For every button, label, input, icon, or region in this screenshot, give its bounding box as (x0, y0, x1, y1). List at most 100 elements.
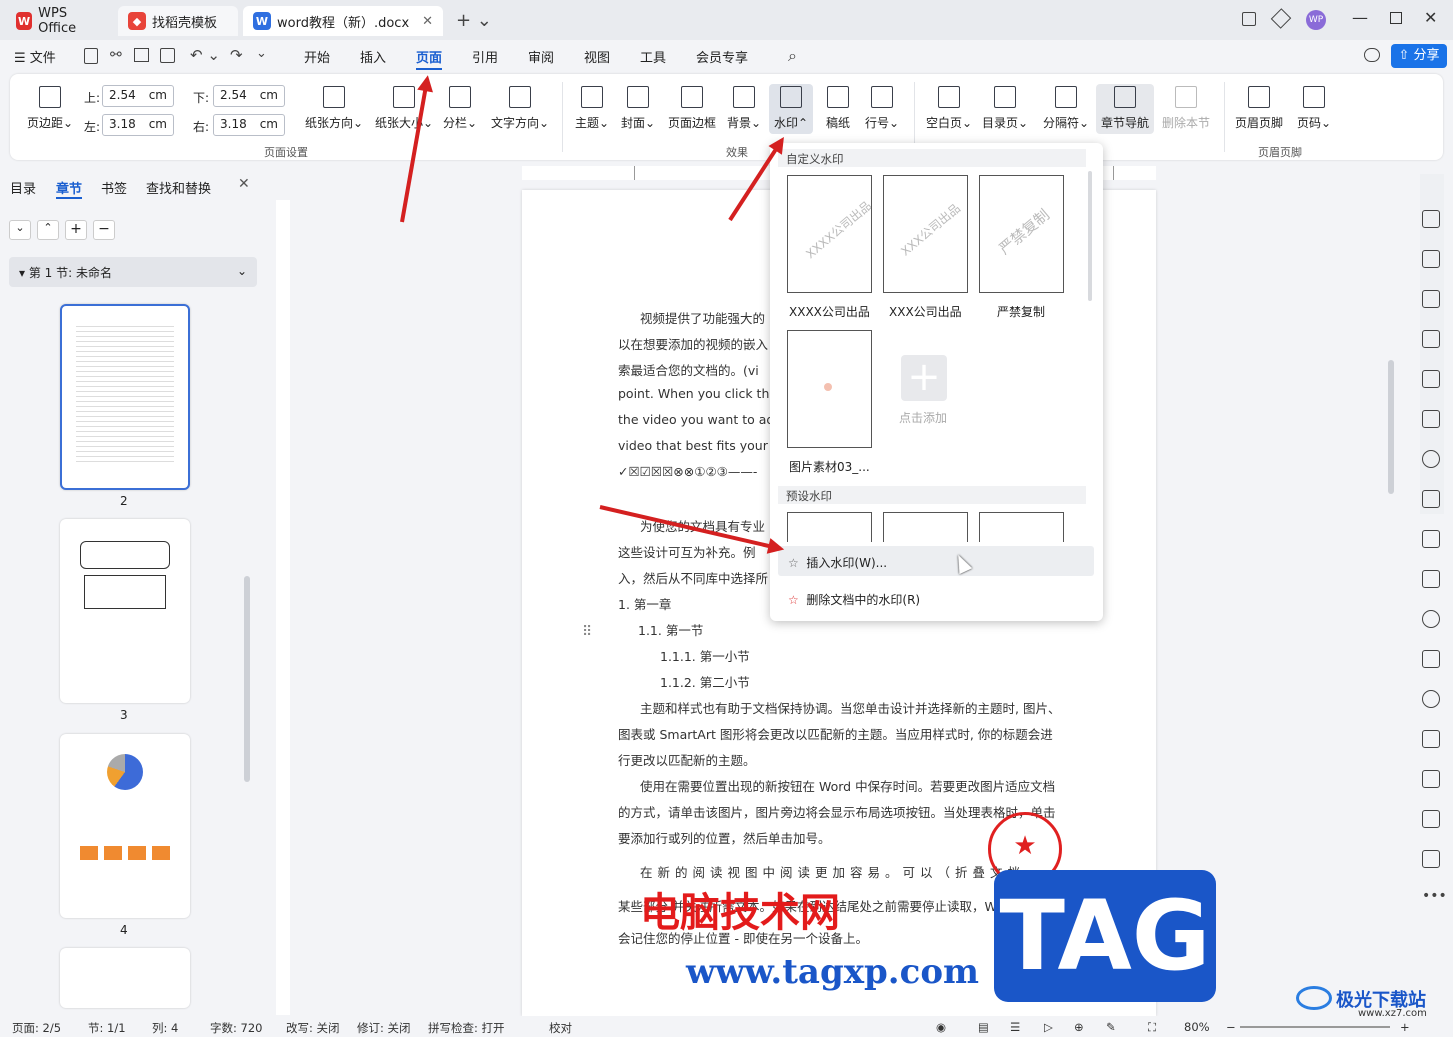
vertical-ruler[interactable] (276, 200, 290, 1015)
left-margin-input[interactable]: 3.18 cm (102, 114, 174, 136)
status-word-count[interactable]: 字数: 720 (210, 1020, 262, 1036)
nav-tab-toc[interactable]: 目录 (10, 178, 36, 197)
search-icon[interactable]: ⌕ (788, 46, 797, 66)
print-preview-icon[interactable] (160, 48, 175, 63)
play-icon[interactable]: ▷ (1044, 1020, 1053, 1034)
file-search-icon[interactable] (1422, 850, 1440, 868)
file-menu[interactable]: ☰ 文件 (14, 47, 56, 66)
page-border-button[interactable]: 页面边框 (666, 86, 718, 131)
watermark-button[interactable]: 水印⌃ (769, 84, 813, 134)
fit-icon[interactable]: ⛶ (1148, 1020, 1156, 1035)
background-button[interactable]: 背景⌄ (724, 86, 764, 131)
list-icon[interactable] (1422, 570, 1440, 588)
preset-watermark-item[interactable] (883, 512, 968, 542)
tab-document[interactable]: Wword教程（新）.docx ✕ (243, 6, 443, 36)
preset-watermark-item[interactable] (979, 512, 1064, 542)
menu-insert[interactable]: 插入 (360, 47, 386, 66)
document-scrollbar[interactable] (1388, 360, 1394, 494)
link-icon[interactable]: ⚯ (110, 47, 122, 63)
menu-page[interactable]: 页面 (416, 47, 443, 70)
zoom-in-icon[interactable]: + (1400, 1020, 1410, 1034)
delete-watermark-item[interactable]: ☆ 删除文档中的水印(R) (778, 583, 1094, 613)
page-thumbnail[interactable] (60, 519, 190, 703)
close-tab-icon[interactable]: ✕ (422, 14, 433, 29)
toc-page-button[interactable]: 目录页⌄ (980, 86, 1030, 131)
avatar[interactable]: WP (1306, 10, 1326, 30)
zoom-out-icon[interactable]: − (1226, 1020, 1236, 1034)
separator-button[interactable]: 分隔符⌄ (1038, 86, 1094, 131)
status-page[interactable]: 页面: 2/5 (12, 1020, 61, 1036)
preset-watermark-item[interactable] (787, 512, 872, 542)
watermark-item[interactable]: 严禁复制 (979, 175, 1064, 293)
theme-button[interactable]: 主题⌄ (572, 86, 612, 131)
move-up-icon[interactable]: ⌃ (37, 220, 59, 240)
remove-section-icon[interactable]: − (93, 220, 115, 240)
status-overwrite[interactable]: 改写: 关闭 (286, 1020, 340, 1036)
add-watermark-icon[interactable]: + (901, 355, 947, 401)
page-thumbnail[interactable] (60, 948, 190, 1008)
margins-button[interactable]: 页边距⌄ (26, 86, 74, 131)
cover-button[interactable]: 封面⌄ (618, 86, 658, 131)
zoom-level[interactable]: 80% (1184, 1020, 1210, 1034)
page-thumbnail[interactable] (60, 734, 190, 918)
web-view-icon[interactable]: ⊕ (1074, 1020, 1084, 1034)
image-icon[interactable] (1422, 770, 1440, 788)
section-nav-button[interactable]: 章节导航 (1096, 84, 1154, 134)
menu-home[interactable]: 开始 (304, 47, 330, 66)
close-panel-icon[interactable]: ✕ (238, 176, 250, 192)
text-direction-button[interactable]: 文字方向⌄ (488, 86, 552, 131)
pen-icon[interactable]: ✎ (1106, 1020, 1116, 1034)
page-number-button[interactable]: 页码⌄ (1292, 86, 1336, 131)
layout-icon[interactable] (1242, 12, 1256, 26)
drag-handle-icon[interactable]: ⠿ (582, 624, 592, 640)
undo-icon[interactable]: ↶ ⌄ (190, 46, 220, 64)
menu-member[interactable]: 会员专享 (696, 47, 748, 66)
move-down-icon[interactable]: ⌄ (9, 220, 31, 240)
nav-tab-find[interactable]: 查找和替换 (146, 178, 211, 197)
lock-icon[interactable] (1422, 490, 1440, 508)
tab-wps-office[interactable]: W WPS Office (6, 6, 112, 36)
section-header[interactable]: ▾ 第 1 节: 未命名 ⌄ (9, 257, 257, 287)
folder-icon[interactable] (1422, 730, 1440, 748)
manuscript-button[interactable]: 稿纸 (818, 86, 858, 131)
menu-reference[interactable]: 引用 (472, 47, 498, 66)
more-icon[interactable]: ••• (1422, 888, 1447, 904)
status-proofread[interactable]: 校对 (549, 1020, 572, 1036)
help-icon[interactable] (1422, 450, 1440, 468)
panel-scrollbar[interactable] (244, 576, 250, 782)
watermark-item[interactable]: XXXX公司出品 (787, 175, 872, 293)
eye-icon[interactable]: ◉ (936, 1020, 946, 1034)
save-icon[interactable] (84, 48, 98, 64)
share-button[interactable]: ⇧ 分享 (1391, 44, 1447, 68)
select-icon[interactable] (1422, 250, 1440, 268)
cloud-sync-icon[interactable] (1364, 48, 1380, 62)
watermark-item[interactable] (787, 330, 872, 448)
doc-tool-icon[interactable] (1422, 810, 1440, 828)
tools-icon[interactable] (1422, 370, 1440, 388)
settings-icon[interactable] (1422, 290, 1440, 308)
history-icon[interactable] (1422, 690, 1440, 708)
tab-template[interactable]: ◆ 找稻壳模板 (118, 6, 238, 36)
add-watermark-label[interactable]: 点击添加 (899, 409, 947, 426)
outline-view-icon[interactable]: ☰ (1010, 1020, 1020, 1034)
menu-view[interactable]: 视图 (584, 47, 610, 66)
maximize-icon[interactable] (1390, 12, 1402, 24)
top-margin-input[interactable]: 2.54 cm (102, 85, 174, 107)
header-footer-button[interactable]: 页眉页脚 (1232, 86, 1286, 131)
insert-watermark-item[interactable]: ☆ 插入水印(W)... (778, 546, 1094, 576)
orientation-button[interactable]: 纸张方向⌄ (302, 86, 366, 131)
more-quick-icon[interactable]: ⌄ (256, 46, 267, 61)
page-thumbnail[interactable] (60, 304, 190, 490)
convert-icon[interactable] (1422, 650, 1440, 668)
status-spell-check[interactable]: 拼写检查: 打开 (428, 1020, 505, 1036)
zoom-slider[interactable] (1240, 1026, 1390, 1028)
nav-tab-chapter[interactable]: 章节 (56, 178, 83, 199)
dropdown-scrollbar[interactable] (1088, 171, 1092, 301)
add-section-icon[interactable]: + (65, 220, 87, 240)
window-close-icon[interactable]: ✕ (1424, 8, 1437, 27)
delete-section-button[interactable]: 删除本节 (1158, 86, 1214, 131)
watermark-item[interactable]: XXX公司出品 (883, 175, 968, 293)
menu-review[interactable]: 审阅 (528, 47, 554, 66)
edit-icon[interactable] (1422, 210, 1440, 228)
line-number-button[interactable]: 行号⌄ (862, 86, 902, 131)
